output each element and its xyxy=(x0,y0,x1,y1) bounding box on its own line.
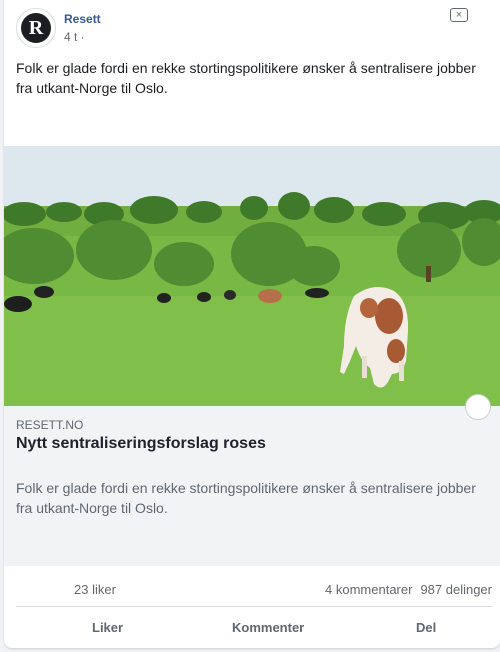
page-name-link[interactable]: Resett xyxy=(64,12,101,26)
link-domain: RESETT.NO xyxy=(16,418,84,432)
share-button[interactable]: Del xyxy=(416,620,436,635)
link-preview[interactable]: RESETT.NO Nytt sentraliseringsforslag ro… xyxy=(4,146,500,566)
divider xyxy=(16,606,492,607)
post-text: Folk er glade fordi en rekke stortingspo… xyxy=(16,60,476,96)
post-timestamp[interactable]: 4 t · xyxy=(64,30,85,44)
preview-indicator-icon xyxy=(465,394,491,420)
engagement-stats: 4 kommentarer 987 delinger xyxy=(325,582,492,597)
resett-logo-icon: R xyxy=(21,13,51,43)
link-image[interactable] xyxy=(4,146,500,406)
post-actions: Liker Kommenter Del xyxy=(4,612,500,646)
post-card: R Resett 4 t · × Folk er glade fordi en … xyxy=(4,0,500,648)
link-title[interactable]: Nytt sentraliseringsforslag roses xyxy=(16,435,266,453)
link-description: Folk er glade fordi en rekke stortingspo… xyxy=(16,480,476,516)
comments-count[interactable]: 4 kommentarer xyxy=(325,582,412,597)
comment-button[interactable]: Kommenter xyxy=(232,620,304,635)
likes-count[interactable]: 23 liker xyxy=(74,582,116,597)
post-header: R Resett 4 t · × xyxy=(4,0,500,52)
like-button[interactable]: Liker xyxy=(92,620,123,635)
avatar[interactable]: R xyxy=(16,8,56,48)
shares-count[interactable]: 987 delinger xyxy=(420,582,492,597)
close-icon[interactable]: × xyxy=(450,8,468,22)
